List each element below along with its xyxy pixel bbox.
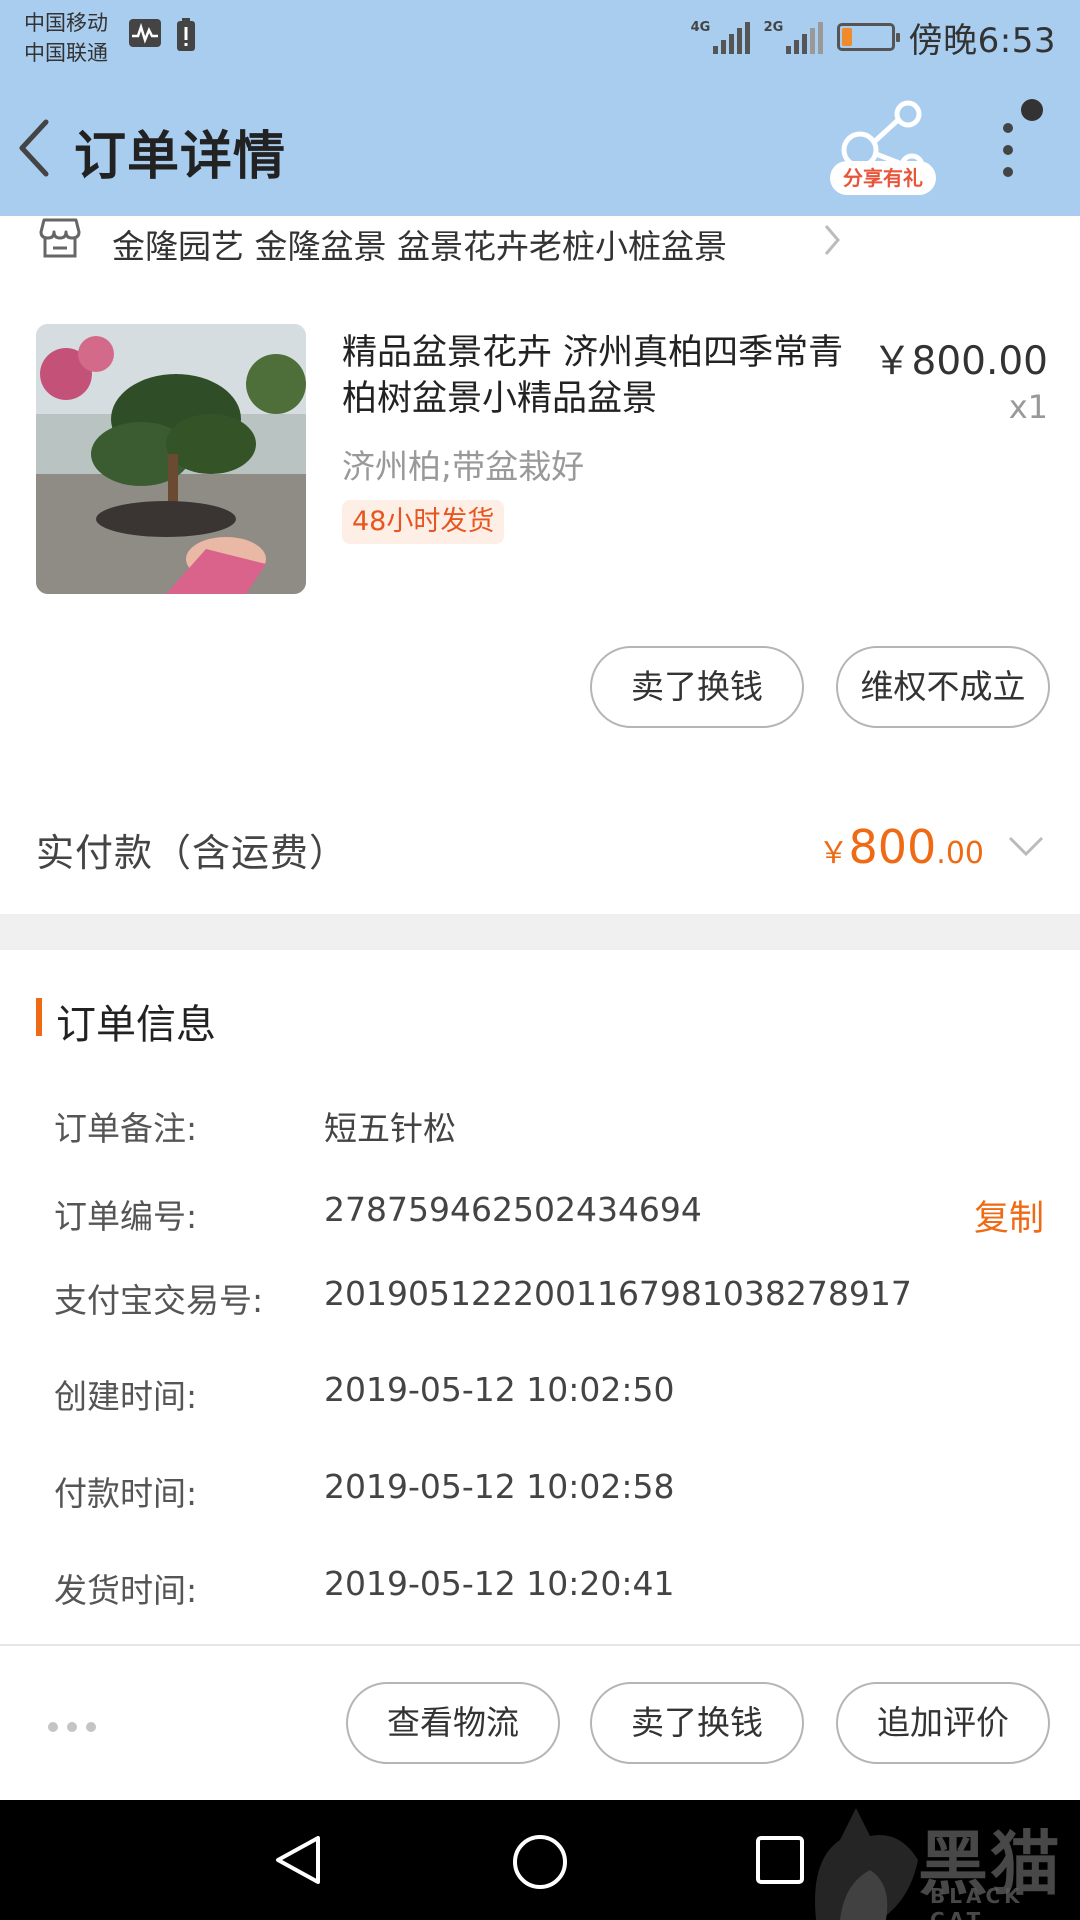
- order-detail-screen: 中国移动 中国联通 4G 2G 傍晚6:53 订单详情 分享有礼 金隆园艺 金隆…: [0, 0, 1080, 1920]
- signal-2g-icon: 2G: [764, 20, 823, 54]
- copy-button[interactable]: 复制: [974, 1190, 1044, 1241]
- alipay-trade-value: 2019051222001167981038278917: [324, 1274, 912, 1313]
- status-bar: 中国移动 中国联通 4G 2G 傍晚6:53: [0, 0, 1080, 76]
- total-integer: 800: [848, 820, 937, 874]
- total-paid-label: 实付款（含运费）: [36, 831, 349, 875]
- shop-name[interactable]: 金隆园艺 金隆盆景 盆景花卉老桩小桩盆景: [112, 220, 727, 268]
- alipay-trade-label: 支付宝交易号:: [54, 1281, 264, 1320]
- created-time-value: 2019-05-12 10:02:50: [324, 1370, 675, 1409]
- bottom-action-bar: 查看物流 卖了换钱 追加评价: [0, 1644, 1080, 1800]
- product-sku: 济州柏;带盆栽好: [342, 447, 585, 486]
- chevron-down-icon[interactable]: [1006, 832, 1046, 860]
- total-currency: ￥: [818, 836, 849, 871]
- shop-row[interactable]: 金隆园艺 金隆盆景 盆景花卉老桩小桩盆景: [0, 216, 1080, 270]
- top-bar: 中国移动 中国联通 4G 2G 傍晚6:53 订单详情 分享有礼: [0, 0, 1080, 216]
- dispute-invalid-button[interactable]: 维权不成立: [836, 646, 1050, 728]
- network-4g-label: 4G: [690, 20, 711, 35]
- order-number-label: 订单编号:: [54, 1197, 198, 1236]
- more-menu-icon[interactable]: [996, 96, 1052, 206]
- total-decimal: .00: [936, 836, 984, 871]
- app-header: 订单详情 分享有礼: [0, 76, 1080, 216]
- nav-home-icon[interactable]: [510, 1832, 570, 1892]
- battery-icon: [836, 23, 900, 51]
- shipped-time-label: 发货时间:: [54, 1571, 198, 1610]
- order-note-label: 订单备注:: [54, 1109, 198, 1148]
- shipping-tag: 48小时发货: [342, 500, 505, 544]
- page-title: 订单详情: [74, 127, 287, 187]
- battery-level: [841, 28, 852, 46]
- product-quantity: x1: [1008, 388, 1048, 426]
- clock: 傍晚6:53: [908, 20, 1056, 61]
- add-review-button[interactable]: 追加评价: [836, 1682, 1050, 1764]
- status-right: 4G 2G 傍晚6:53: [691, 12, 1056, 62]
- activity-monitor-icon: [129, 19, 161, 47]
- paid-time-value: 2019-05-12 10:02:58: [324, 1467, 675, 1506]
- nav-back-icon[interactable]: [270, 1832, 330, 1888]
- view-logistics-button[interactable]: 查看物流: [346, 1682, 560, 1764]
- order-note-value: 短五针松: [324, 1109, 456, 1148]
- product-title[interactable]: 精品盆景花卉 济州真柏四季常青 柏树盆景小精品盆景: [342, 330, 862, 422]
- total-paid-amount: ￥800.00: [818, 820, 984, 874]
- sell-for-cash-button[interactable]: 卖了换钱: [590, 646, 804, 728]
- notification-alert-icon: [177, 18, 195, 51]
- section-divider: [0, 914, 1080, 950]
- network-2g-label: 2G: [763, 20, 784, 35]
- product-price: ￥800.00: [872, 339, 1048, 384]
- back-arrow-icon[interactable]: [14, 116, 54, 180]
- order-info-title: 订单信息: [56, 1002, 216, 1048]
- store-icon: [39, 218, 81, 258]
- sell-for-cash-bottom-button[interactable]: 卖了换钱: [590, 1682, 804, 1764]
- watermark-subtext: BLACK CAT: [930, 1884, 1024, 1920]
- carrier-2: 中国联通: [24, 41, 108, 65]
- section-accent-bar: [36, 998, 42, 1036]
- paid-time-label: 付款时间:: [54, 1474, 198, 1513]
- created-time-label: 创建时间:: [54, 1377, 198, 1416]
- more-options-icon[interactable]: [48, 1722, 96, 1732]
- nav-recent-apps-icon[interactable]: [754, 1834, 806, 1886]
- product-image[interactable]: [36, 324, 306, 594]
- signal-4g-icon: 4G: [691, 20, 750, 54]
- carrier-1: 中国移动: [24, 11, 108, 35]
- carrier-labels: 中国移动 中国联通: [24, 8, 108, 68]
- shipped-time-value: 2019-05-12 10:20:41: [324, 1564, 675, 1603]
- share-gift-badge[interactable]: 分享有礼: [830, 161, 936, 195]
- order-number-value: 2787594625024346​94: [324, 1190, 702, 1229]
- chevron-right-icon: [824, 225, 840, 255]
